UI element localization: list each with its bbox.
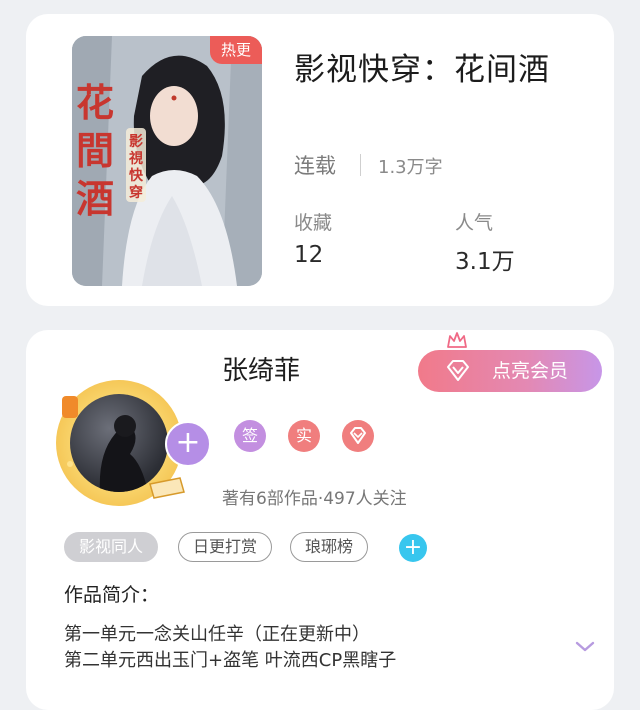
author-card: + 张绮菲 点亮会员 签 实 著有6部作品·497人关注 影视同人 日更打赏 琅… xyxy=(26,330,614,710)
vip-button-label: 点亮会员 xyxy=(492,360,569,382)
svg-text:花: 花 xyxy=(76,80,114,125)
status-divider xyxy=(360,154,361,176)
book-cover[interactable]: 花 間 酒 影 視 快 穿 热更 xyxy=(72,36,262,286)
author-avatar[interactable]: + xyxy=(50,374,211,524)
tag-film-fanfic[interactable]: 影视同人 xyxy=(64,532,159,562)
tag-daily-update[interactable]: 日更打赏 xyxy=(178,532,273,562)
favorites-label: 收藏 xyxy=(294,212,333,234)
book-card[interactable]: 花 間 酒 影 視 快 穿 热更 影视快穿：花间酒 连载 1.3万字 收藏 12… xyxy=(26,14,614,306)
diamond-badge xyxy=(342,420,374,452)
hot-update-badge: 热更 xyxy=(210,36,262,64)
follow-plus-icon[interactable]: + xyxy=(165,421,211,467)
author-name: 张绮菲 xyxy=(222,356,301,386)
signed-badge: 签 xyxy=(234,420,266,452)
svg-text:間: 間 xyxy=(76,128,114,173)
intro-line-1: 第一单元一念关山任辛（正在更新中） xyxy=(64,624,370,645)
serial-status: 连载 xyxy=(294,154,336,178)
verified-badge: 实 xyxy=(288,420,320,452)
chevron-down-icon[interactable] xyxy=(574,640,596,654)
intro-line-2: 第二单元西出玉门+盗笔 叶流西CP黑瞎子 xyxy=(64,650,397,671)
svg-text:穿: 穿 xyxy=(129,184,143,201)
author-stats: 著有6部作品·497人关注 xyxy=(222,489,407,509)
cover-illustration: 花 間 酒 影 視 快 穿 xyxy=(72,36,262,286)
word-count: 1.3万字 xyxy=(378,157,443,178)
cover-title: 花 間 酒 xyxy=(76,80,114,221)
diamond-icon xyxy=(447,360,469,381)
svg-text:快: 快 xyxy=(129,167,144,184)
book-title: 影视快穿：花间酒 xyxy=(294,52,550,88)
tag-langyabang[interactable]: 琅琊榜 xyxy=(290,532,369,562)
activate-vip-button[interactable]: 点亮会员 xyxy=(418,350,602,392)
svg-text:酒: 酒 xyxy=(76,176,114,221)
add-tag-plus-icon[interactable]: + xyxy=(399,534,427,562)
svg-text:視: 視 xyxy=(128,150,143,167)
popularity-count: 3.1万 xyxy=(455,249,515,275)
crown-icon xyxy=(447,332,467,348)
intro-heading: 作品简介： xyxy=(64,584,160,606)
favorites-count: 12 xyxy=(294,242,324,268)
popularity-label: 人气 xyxy=(455,212,494,234)
svg-text:影: 影 xyxy=(129,134,143,150)
diamond-icon xyxy=(350,427,366,444)
